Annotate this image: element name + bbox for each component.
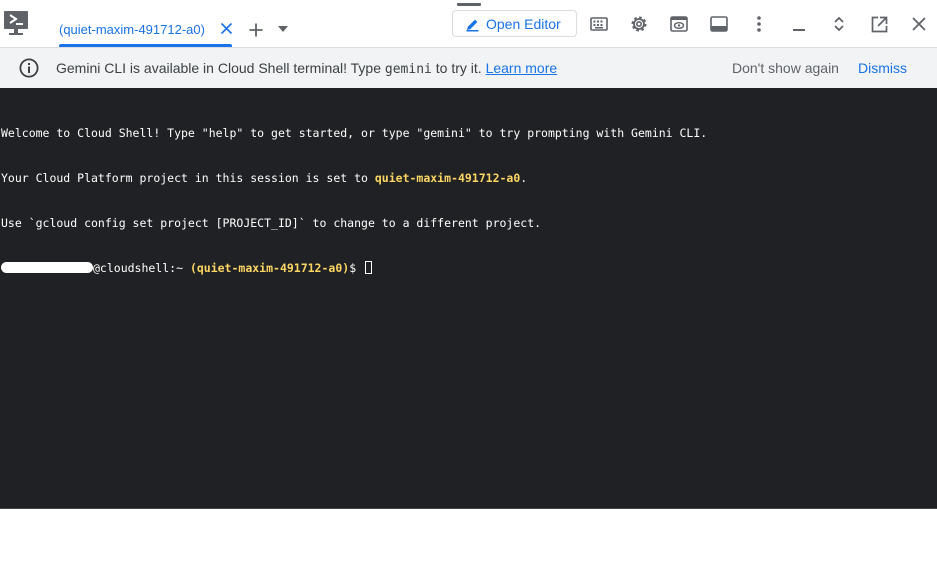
terminal-text: .	[520, 171, 528, 185]
dismiss-button[interactable]: Dismiss	[858, 60, 907, 76]
cloud-shell-logo-icon	[4, 11, 28, 35]
gear-icon	[631, 16, 647, 32]
redacted-username	[1, 262, 93, 273]
more-options-button[interactable]	[749, 14, 769, 34]
terminal-prompt-line[interactable]: @cloudshell:~ (quiet-maxim-491712-a0)$	[1, 261, 707, 276]
terminal-output: Welcome to Cloud Shell! Type "help" to g…	[1, 96, 707, 306]
banner-command: gemini	[384, 62, 432, 77]
keyboard-button[interactable]	[589, 14, 609, 34]
banner-text-before: Gemini CLI is available in Cloud Shell t…	[56, 60, 385, 76]
info-icon	[19, 58, 39, 78]
cloud-shell-toolbar: (quiet-maxim-491712-a0) Open Editor	[0, 0, 937, 48]
open-editor-label: Open Editor	[486, 16, 561, 32]
web-preview-button[interactable]	[669, 14, 689, 34]
expand-icon	[834, 16, 844, 32]
maximize-button[interactable]	[829, 14, 849, 34]
web-preview-icon	[670, 16, 688, 32]
terminal-line: Your Cloud Platform project in this sess…	[1, 171, 707, 186]
dont-show-again-button[interactable]: Don't show again	[732, 60, 839, 76]
open-new-window-icon	[871, 16, 887, 32]
terminal-panel-button[interactable]	[709, 14, 729, 34]
panel-icon	[710, 16, 728, 32]
tab-menu-button[interactable]	[276, 22, 290, 36]
drag-handle[interactable]	[457, 3, 481, 6]
terminal-cursor	[365, 261, 373, 274]
settings-button[interactable]	[629, 14, 649, 34]
minimize-button[interactable]	[789, 14, 809, 34]
caret-down-icon	[278, 26, 288, 32]
plus-icon	[249, 23, 263, 37]
banner-text-after: to try it.	[431, 60, 486, 76]
terminal-line: Use `gcloud config set project [PROJECT_…	[1, 216, 542, 230]
banner-message: Gemini CLI is available in Cloud Shell t…	[56, 60, 557, 77]
keyboard-icon	[590, 17, 608, 31]
close-icon[interactable]	[220, 22, 233, 35]
project-id-text: quiet-maxim-491712-a0	[374, 171, 521, 185]
terminal-line: Welcome to Cloud Shell! Type "help" to g…	[1, 126, 708, 140]
add-tab-button[interactable]	[246, 20, 266, 40]
tab-label: (quiet-maxim-491712-a0)	[59, 22, 205, 37]
more-vert-icon	[757, 16, 761, 32]
prompt-symbol: $	[349, 261, 364, 275]
prompt-project: (quiet-maxim-491712-a0)	[189, 261, 350, 275]
open-in-new-window-button[interactable]	[869, 14, 889, 34]
close-shell-button[interactable]	[909, 14, 929, 34]
prompt-host: @cloudshell:~	[93, 261, 190, 275]
gemini-cli-banner: Gemini CLI is available in Cloud Shell t…	[0, 48, 937, 88]
terminal-area[interactable]: Welcome to Cloud Shell! Type "help" to g…	[0, 88, 937, 509]
minimize-icon	[793, 29, 805, 31]
open-editor-button[interactable]: Open Editor	[452, 10, 577, 37]
terminal-text: Your Cloud Platform project in this sess…	[1, 171, 375, 185]
pencil-icon	[466, 19, 479, 32]
close-icon	[912, 17, 926, 31]
learn-more-link[interactable]: Learn more	[486, 60, 558, 76]
active-tab-indicator	[59, 44, 232, 47]
